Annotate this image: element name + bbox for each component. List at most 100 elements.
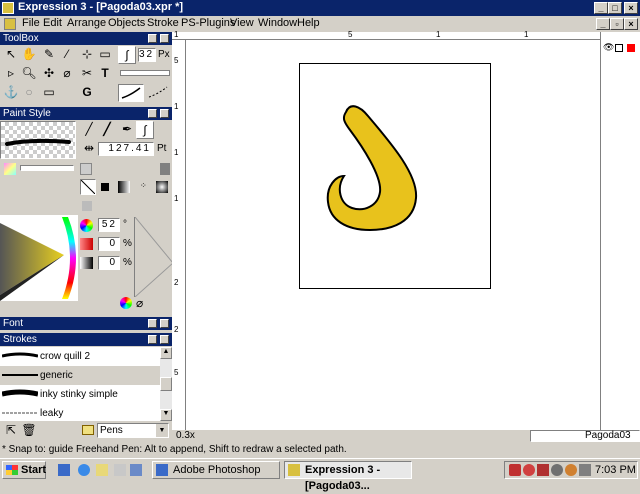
scroll-down-icon[interactable]: ▼ xyxy=(160,409,172,421)
tray-icon-4[interactable] xyxy=(551,464,563,476)
close-button[interactable]: × xyxy=(624,2,638,14)
speaker-icon[interactable] xyxy=(579,464,591,476)
brightness-field[interactable]: 0 xyxy=(98,256,120,270)
quicklaunch-app2-icon[interactable] xyxy=(130,464,142,476)
tray-icon-3[interactable] xyxy=(537,464,549,476)
eyedropper-color-icon[interactable]: ⌀ xyxy=(136,296,143,310)
quicklaunch-app-icon[interactable] xyxy=(114,464,126,476)
menu-objects[interactable]: Objects xyxy=(105,16,148,30)
thin-line-icon[interactable]: ╱ xyxy=(80,121,98,139)
maximize-button[interactable]: □ xyxy=(608,2,622,14)
menu-stroke[interactable]: Stroke xyxy=(144,16,182,30)
quicklaunch-desktop-icon[interactable] xyxy=(58,464,70,476)
saturation-field[interactable]: 0 xyxy=(98,237,120,251)
pen-icon[interactable]: ✎ xyxy=(40,46,58,64)
toolbox-minimize-button[interactable] xyxy=(148,34,157,43)
strokes-close-button[interactable] xyxy=(160,335,169,344)
curve-preview-icon[interactable] xyxy=(118,84,144,102)
color-wheel[interactable] xyxy=(0,215,78,301)
zoom-level[interactable]: 0.3x xyxy=(176,430,195,441)
menu-edit[interactable]: Edit xyxy=(40,16,65,30)
gradient-swatch-icon[interactable] xyxy=(4,163,16,175)
layer-color-swatch[interactable] xyxy=(627,44,635,52)
strokes-minimize-button[interactable] xyxy=(148,335,157,344)
stroke-item-leaky[interactable]: leaky xyxy=(0,404,160,421)
color-picker-icon[interactable] xyxy=(120,297,132,309)
transform-icon[interactable]: ✣ xyxy=(40,65,58,83)
width-arrows-icon[interactable]: ⇹ xyxy=(80,140,98,158)
rotate-icon[interactable]: G xyxy=(78,84,96,102)
minimize-button[interactable]: _ xyxy=(594,2,608,14)
thick-line-icon[interactable]: ╱ xyxy=(98,121,116,139)
menu-bar: File Edit Arrange Objects Stroke PS-Plug… xyxy=(0,16,640,32)
start-button[interactable]: Start xyxy=(2,461,46,479)
opacity-slider[interactable] xyxy=(20,165,74,171)
chevron-down-icon[interactable]: ▼ xyxy=(156,424,168,437)
radial-gradient-icon[interactable] xyxy=(156,181,168,193)
font-close-button[interactable] xyxy=(160,319,169,328)
no-fill-icon[interactable] xyxy=(80,179,96,195)
marquee-icon[interactable]: ▭ xyxy=(96,46,114,64)
stroke-item-generic[interactable]: generic xyxy=(0,366,160,385)
task-expression[interactable]: Expression 3 - [Pagoda03... xyxy=(284,461,412,492)
doc-restore-button[interactable]: ▫ xyxy=(610,18,624,30)
fill-swatch[interactable] xyxy=(160,163,170,175)
font-minimize-button[interactable] xyxy=(148,319,157,328)
eyedropper-icon[interactable]: ⌀ xyxy=(58,65,76,83)
stroke-category-select[interactable]: Pens ▼ xyxy=(97,423,169,438)
hue-field[interactable]: 52 xyxy=(98,218,120,232)
text-tool-icon[interactable]: T xyxy=(96,65,114,83)
trash-icon[interactable]: 🗑︎ xyxy=(20,422,38,440)
toolbox-close-button[interactable] xyxy=(160,34,169,43)
doc-minimize-button[interactable]: _ xyxy=(596,18,610,30)
quicklaunch-ie-icon[interactable] xyxy=(78,464,90,476)
node-icon[interactable]: ⊹ xyxy=(78,46,96,64)
texture-icon[interactable] xyxy=(82,201,92,211)
quicklaunch-explorer-icon[interactable] xyxy=(96,464,108,476)
stroke-width-field[interactable]: 127.41 xyxy=(98,142,154,156)
pattern-icon[interactable]: ⁘ xyxy=(140,181,150,191)
stroke-item-inky-stinky-simple[interactable]: inky stinky simple xyxy=(0,385,160,404)
paint-style-minimize-button[interactable] xyxy=(148,109,157,118)
strokes-scrollbar[interactable]: ▲ ▼ xyxy=(160,347,172,421)
linear-gradient-icon[interactable] xyxy=(118,181,130,193)
eye-icon[interactable]: 👁︎ xyxy=(603,42,614,53)
scissors-icon[interactable]: ✂ xyxy=(78,65,96,83)
tray-icon-5[interactable] xyxy=(565,464,577,476)
tray-icon-2[interactable] xyxy=(523,464,535,476)
paint-style-close-button[interactable] xyxy=(160,109,169,118)
brush-size-slider[interactable] xyxy=(120,70,170,76)
brush-icon[interactable]: ⁄ xyxy=(58,46,76,64)
select-arrow-icon[interactable]: ↖ xyxy=(2,46,20,64)
clock[interactable]: 7:03 PM xyxy=(595,464,636,476)
swatch-small[interactable] xyxy=(80,163,92,175)
rectangle-icon[interactable]: ▭ xyxy=(40,84,58,102)
new-stroke-icon[interactable]: ⇱ xyxy=(2,422,20,440)
dashed-curve-icon[interactable] xyxy=(146,84,170,102)
app-icon[interactable] xyxy=(2,2,14,14)
anchor-icon[interactable]: ⚓ xyxy=(2,84,20,102)
zoom-icon[interactable]: 🔍︎ xyxy=(20,65,38,83)
brush-size-field[interactable]: 32 xyxy=(138,48,156,62)
solid-fill-icon[interactable] xyxy=(101,183,109,191)
drawing-canvas[interactable] xyxy=(186,40,600,430)
stroke-style-icon[interactable]: ∫ xyxy=(136,121,154,139)
freehand-tool-icon[interactable]: ∫ xyxy=(118,46,136,64)
tray-icon-1[interactable] xyxy=(509,464,521,476)
layer-lock-icon[interactable] xyxy=(615,44,623,52)
scroll-up-icon[interactable]: ▲ xyxy=(160,347,172,359)
color-swatch-area[interactable] xyxy=(134,216,174,298)
hand-icon[interactable]: ✋ xyxy=(20,46,38,64)
document-icon[interactable] xyxy=(4,18,16,30)
hook-shape[interactable] xyxy=(300,64,490,288)
menu-help[interactable]: Help xyxy=(294,16,323,30)
task-photoshop[interactable]: Adobe Photoshop xyxy=(152,461,280,479)
stroke-item-crow-quill-2[interactable]: crow quill 2 xyxy=(0,347,160,366)
doc-close-button[interactable]: × xyxy=(624,18,638,30)
menu-view[interactable]: View xyxy=(227,16,257,30)
scroll-thumb[interactable] xyxy=(160,377,172,391)
lens-icon[interactable]: ○ xyxy=(20,84,38,102)
calligraphy-icon[interactable]: ✒ xyxy=(118,121,136,139)
direct-select-icon[interactable]: ▹ xyxy=(2,65,20,83)
menu-arrange[interactable]: Arrange xyxy=(64,16,109,30)
